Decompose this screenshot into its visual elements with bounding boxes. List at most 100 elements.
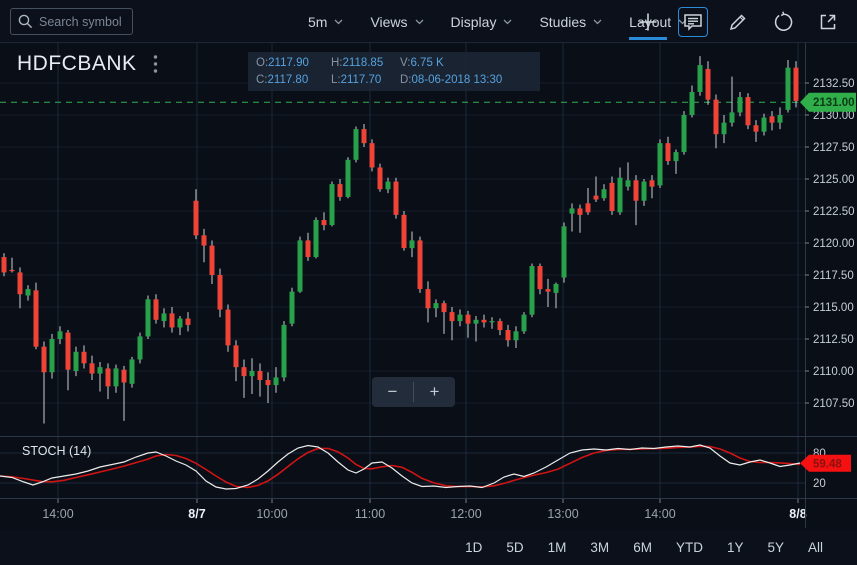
candlestick[interactable]	[569, 208, 575, 214]
price-chart[interactable]: 14:00 8/7 10:00 11:00 12:00 13:00 14:00 8/8 2132…	[0, 43, 857, 528]
candlestick[interactable]	[745, 97, 751, 126]
candlestick[interactable]	[1, 257, 7, 273]
candlestick[interactable]	[601, 189, 607, 199]
candlestick[interactable]	[545, 289, 551, 292]
search-input[interactable]	[39, 14, 127, 29]
candlestick[interactable]	[753, 125, 759, 132]
candlestick[interactable]	[737, 97, 743, 113]
candlestick[interactable]	[241, 367, 247, 377]
candlestick[interactable]	[641, 181, 647, 201]
candlestick[interactable]	[9, 269, 15, 272]
candlestick[interactable]	[617, 177, 623, 213]
candlestick[interactable]	[17, 272, 23, 295]
candlestick[interactable]	[297, 240, 303, 292]
candlestick[interactable]	[233, 345, 239, 368]
candlestick[interactable]	[281, 324, 287, 378]
candlestick[interactable]	[33, 290, 39, 347]
candlestick[interactable]	[385, 181, 391, 190]
candlestick[interactable]	[769, 116, 775, 123]
range-button-3M[interactable]: 3M	[578, 536, 621, 559]
candlestick[interactable]	[321, 219, 327, 226]
kebab-menu-icon[interactable]	[153, 54, 158, 74]
candlestick[interactable]	[209, 245, 215, 275]
menu-views[interactable]: Views	[370, 14, 424, 30]
candlestick[interactable]	[633, 180, 639, 201]
candlestick[interactable]	[537, 266, 543, 290]
range-button-All[interactable]: All	[796, 536, 835, 559]
candlestick[interactable]	[81, 351, 87, 364]
candlestick[interactable]	[113, 368, 119, 387]
candlestick[interactable]	[353, 129, 359, 160]
zoom-in-button[interactable]: +	[414, 377, 455, 407]
candlestick[interactable]	[625, 180, 631, 187]
zoom-out-button[interactable]: −	[372, 377, 413, 407]
range-button-5Y[interactable]: 5Y	[755, 536, 796, 559]
candlestick[interactable]	[265, 379, 271, 386]
candlestick[interactable]	[681, 115, 687, 153]
candlestick[interactable]	[177, 318, 183, 328]
candlestick[interactable]	[713, 99, 719, 135]
candlestick[interactable]	[529, 266, 535, 315]
add-comparison-button[interactable]	[629, 7, 667, 40]
candlestick[interactable]	[729, 112, 735, 123]
candlestick[interactable]	[657, 143, 663, 186]
candlestick[interactable]	[649, 180, 655, 187]
candlestick[interactable]	[121, 369, 127, 383]
candlestick[interactable]	[289, 291, 295, 324]
candlestick[interactable]	[25, 289, 31, 296]
candlestick[interactable]	[513, 331, 519, 341]
candlestick[interactable]	[521, 314, 527, 332]
candlestick[interactable]	[49, 339, 55, 373]
candlestick[interactable]	[257, 371, 263, 380]
candlestick[interactable]	[345, 159, 351, 197]
candlestick[interactable]	[137, 336, 143, 360]
candlestick[interactable]	[777, 115, 783, 123]
candlestick[interactable]	[409, 240, 415, 249]
candlestick[interactable]	[41, 346, 47, 373]
candlestick[interactable]	[577, 208, 583, 215]
candlestick[interactable]	[561, 226, 567, 278]
candlestick[interactable]	[489, 321, 495, 323]
candlestick[interactable]	[433, 303, 439, 309]
candlestick[interactable]	[97, 367, 103, 374]
range-button-5D[interactable]: 5D	[494, 536, 535, 559]
candlestick[interactable]	[65, 332, 71, 370]
candlestick[interactable]	[273, 377, 279, 386]
range-button-1M[interactable]: 1M	[536, 536, 579, 559]
candlestick[interactable]	[105, 368, 111, 387]
candlestick[interactable]	[417, 240, 423, 290]
candlestick[interactable]	[145, 299, 151, 337]
candlestick[interactable]	[673, 152, 679, 162]
expand-button[interactable]	[813, 7, 843, 37]
candlestick[interactable]	[225, 309, 231, 346]
candlestick[interactable]	[441, 303, 447, 313]
candlestick[interactable]	[377, 167, 383, 190]
candlestick[interactable]	[697, 65, 703, 92]
symbol-search[interactable]	[10, 8, 133, 35]
range-button-6M[interactable]: 6M	[621, 536, 664, 559]
menu-display[interactable]: Display	[451, 14, 513, 30]
candlestick[interactable]	[609, 182, 615, 211]
candlestick[interactable]	[473, 319, 479, 324]
candlestick[interactable]	[425, 289, 431, 309]
candlestick[interactable]	[217, 275, 223, 310]
candlestick[interactable]	[465, 314, 471, 324]
candlestick[interactable]	[593, 195, 599, 200]
refresh-button[interactable]	[768, 7, 798, 37]
candlestick[interactable]	[201, 235, 207, 246]
candlestick[interactable]	[129, 359, 135, 384]
candlestick[interactable]	[249, 371, 255, 377]
range-button-1D[interactable]: 1D	[453, 536, 494, 559]
candlestick[interactable]	[393, 181, 399, 215]
candlestick[interactable]	[161, 313, 167, 322]
news-button[interactable]	[678, 6, 708, 37]
candlestick[interactable]	[305, 240, 311, 258]
candlestick[interactable]	[361, 129, 367, 144]
candlestick[interactable]	[481, 319, 487, 323]
range-button-YTD[interactable]: YTD	[664, 536, 715, 559]
candlestick[interactable]	[369, 143, 375, 168]
candlestick[interactable]	[785, 67, 791, 110]
menu-interval[interactable]: 5m	[308, 14, 343, 30]
candlestick[interactable]	[193, 200, 199, 236]
candlestick[interactable]	[153, 299, 159, 320]
